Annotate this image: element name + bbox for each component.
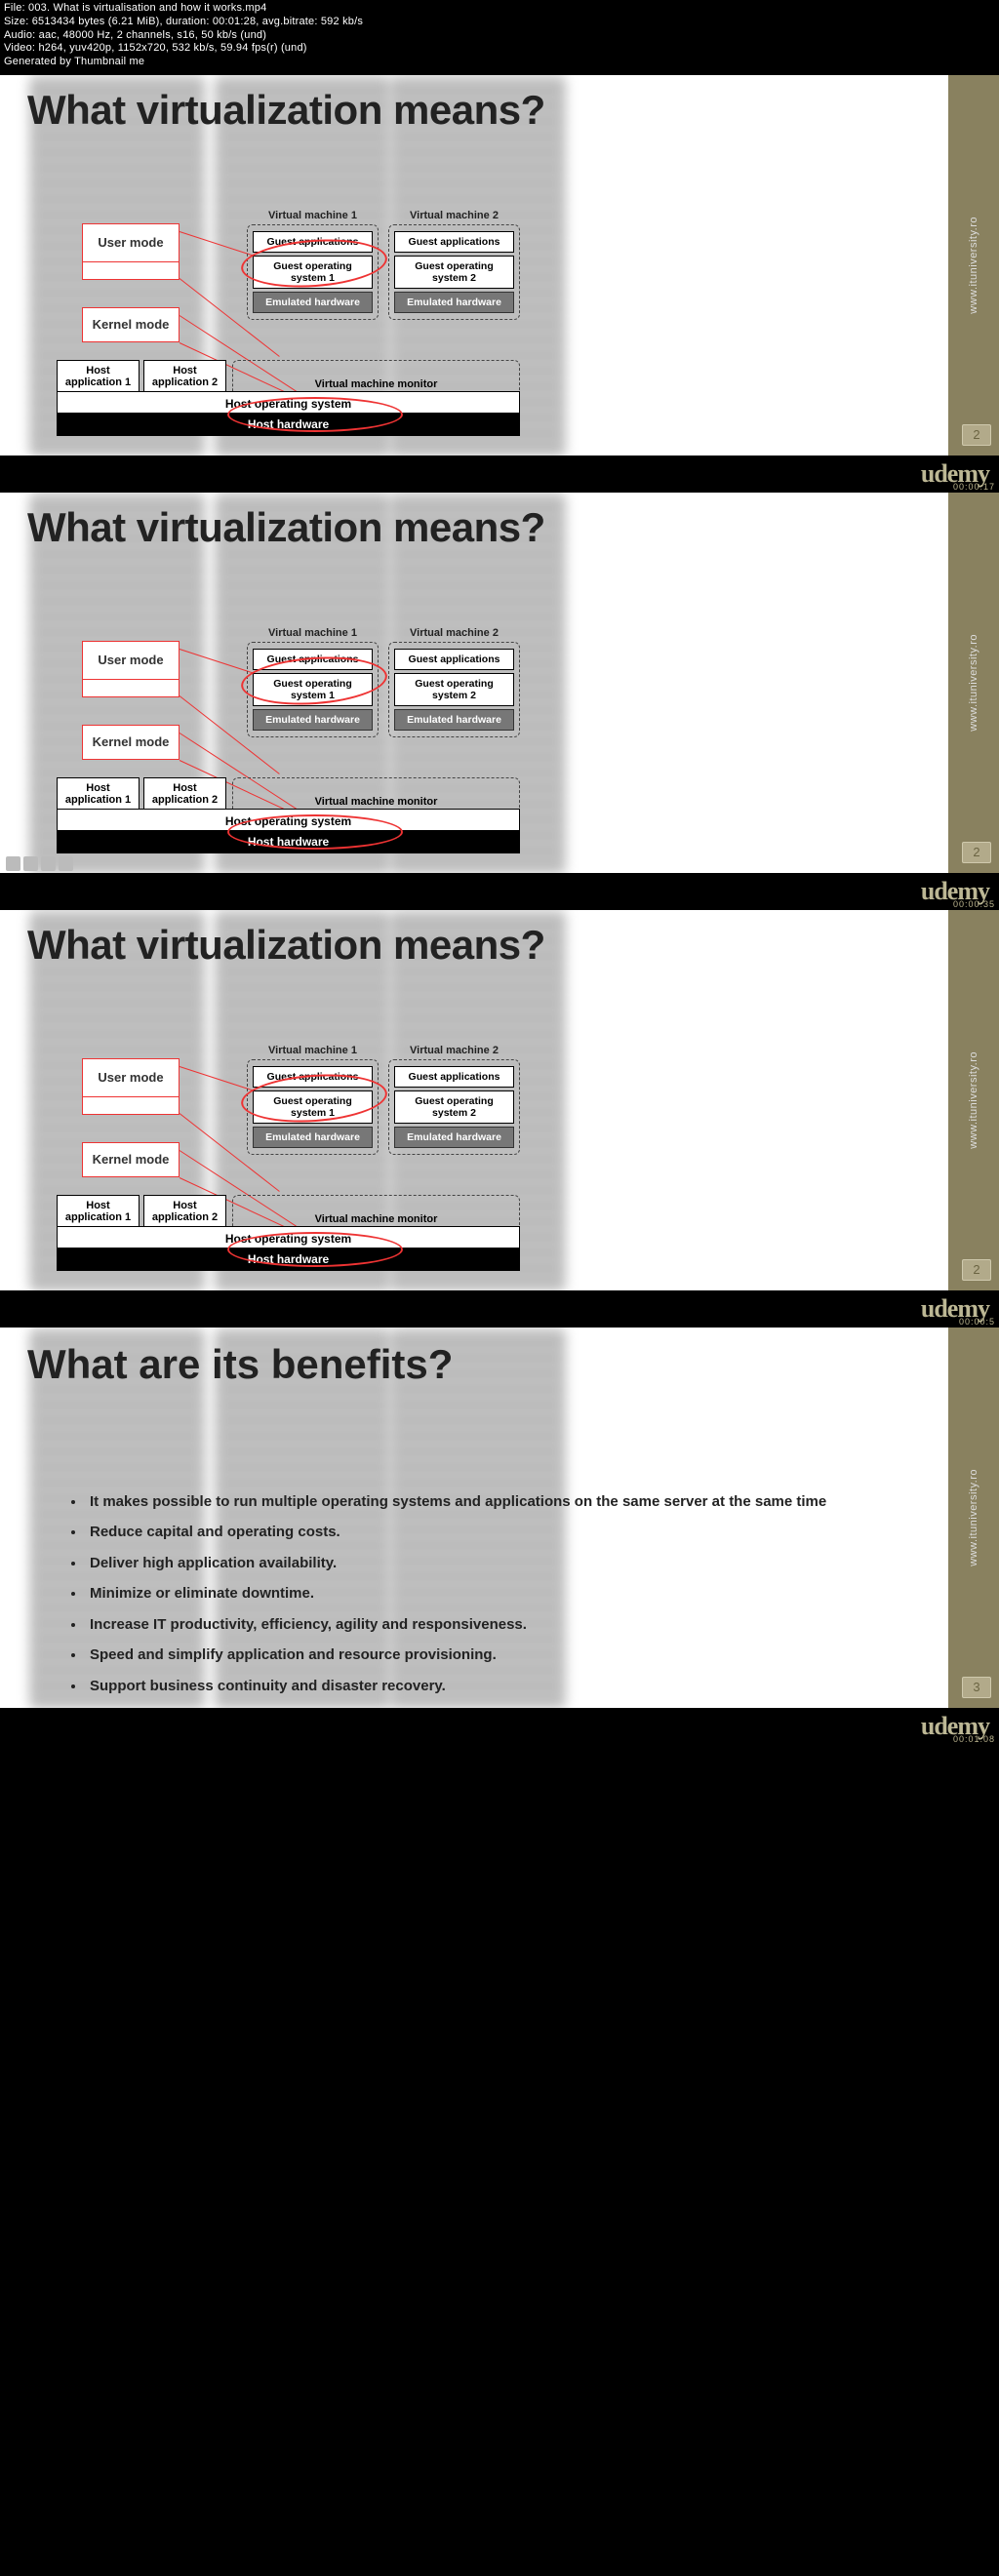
kernel-mode-box: Kernel mode [82, 725, 180, 760]
presenter-toolbar [6, 856, 73, 871]
thumbnail-1: What virtualization means? User mode Ker… [0, 75, 999, 493]
slide-sidebar: www.ituniversity.ro 3 [948, 1328, 999, 1708]
kernel-mode-box: Kernel mode [82, 307, 180, 342]
thumbnail-timestamp: 00:01:08 [953, 1734, 995, 1744]
vm2-column: Virtual machine 2 Guest applications Gue… [388, 642, 520, 737]
user-mode-sub-box [82, 262, 180, 280]
benefit-item: Minimize or eliminate downtime. [86, 1583, 911, 1605]
vm2-guest-apps: Guest applications [394, 1066, 514, 1088]
highlight-ellipse-host [227, 397, 403, 432]
meta-size: Size: 6513434 bytes (6.21 MiB), duration… [4, 16, 995, 29]
thumbnail-4: What are its benefits? It makes possible… [0, 1328, 999, 1745]
virtualization-diagram: User mode Kernel mode Virtual machine 1 … [57, 610, 520, 844]
sidebar-domain: www.ituniversity.ro [968, 217, 979, 314]
vm1-emulated-hw: Emulated hardware [253, 292, 373, 313]
host-apps-row: Host application 1 Host application 2 Vi… [57, 1195, 520, 1229]
user-mode-sub-box [82, 680, 180, 697]
highlight-ellipse-host [227, 814, 403, 850]
benefit-item: Support business continuity and disaster… [86, 1676, 911, 1698]
next-icon[interactable] [59, 856, 73, 871]
thumbnail-2: What virtualization means? User mode Ker… [0, 493, 999, 910]
user-mode-box: User mode [82, 641, 180, 680]
vm1-title: Virtual machine 1 [248, 1045, 378, 1056]
virtualization-diagram: User mode Kernel mode Virtual machine 1 … [57, 192, 520, 426]
page-number-badge: 2 [962, 842, 991, 863]
vm1-emulated-hw: Emulated hardware [253, 709, 373, 731]
host-apps-row: Host application 1 Host application 2 Vi… [57, 360, 520, 394]
vm2-emulated-hw: Emulated hardware [394, 292, 514, 313]
slide-title: What virtualization means? [27, 504, 545, 551]
virtualization-diagram: User mode Kernel mode Virtual machine 1 … [57, 1027, 520, 1261]
slide-area: What are its benefits? It makes possible… [0, 1328, 999, 1708]
meta-generator: Generated by Thumbnail me [4, 56, 995, 69]
sidebar-domain: www.ituniversity.ro [968, 1051, 979, 1149]
vm2-guest-apps: Guest applications [394, 231, 514, 253]
benefit-item: It makes possible to run multiple operat… [86, 1491, 911, 1514]
brand-row: udemy 00:00:17 [0, 456, 999, 493]
vm2-column: Virtual machine 2 Guest applications Gue… [388, 1059, 520, 1155]
slide-sidebar: www.ituniversity.ro 2 [948, 910, 999, 1290]
kernel-mode-box: Kernel mode [82, 1142, 180, 1177]
page-number-badge: 3 [962, 1677, 991, 1698]
vm1-title: Virtual machine 1 [248, 210, 378, 221]
thumbnail-timestamp: 00:00:17 [953, 482, 995, 492]
brand-row: udemy 00:01:08 [0, 1708, 999, 1745]
vm2-emulated-hw: Emulated hardware [394, 1127, 514, 1148]
user-mode-box: User mode [82, 1058, 180, 1097]
slide-area: What virtualization means? User mode Ker… [0, 75, 999, 456]
sidebar-domain: www.ituniversity.ro [968, 634, 979, 732]
host-app-1: Host application 1 [57, 1195, 140, 1229]
vm1-emulated-hw: Emulated hardware [253, 1127, 373, 1148]
vm2-guest-os: Guest operating system 2 [394, 1090, 514, 1124]
thumbnail-timestamp: 00:00:5 [959, 1317, 995, 1327]
host-apps-row: Host application 1 Host application 2 Vi… [57, 777, 520, 812]
vm2-guest-os: Guest operating system 2 [394, 256, 514, 289]
benefit-item: Increase IT productivity, efficiency, ag… [86, 1614, 911, 1637]
meta-audio: Audio: aac, 48000 Hz, 2 channels, s16, 5… [4, 29, 995, 43]
benefit-item: Reduce capital and operating costs. [86, 1522, 911, 1544]
vm2-guest-apps: Guest applications [394, 649, 514, 670]
vmm-box: Virtual machine monitor [232, 777, 520, 812]
vmm-box: Virtual machine monitor [232, 360, 520, 394]
vm2-title: Virtual machine 2 [389, 1045, 519, 1056]
vm2-column: Virtual machine 2 Guest applications Gue… [388, 224, 520, 320]
highlighter-icon[interactable] [23, 856, 38, 871]
host-app-2: Host application 2 [143, 1195, 226, 1229]
page-number-badge: 2 [962, 1259, 991, 1281]
brand-row: udemy 00:00:5 [0, 1290, 999, 1328]
sidebar-domain: www.ituniversity.ro [968, 1469, 979, 1566]
slide-sidebar: www.ituniversity.ro 2 [948, 75, 999, 456]
vm2-emulated-hw: Emulated hardware [394, 709, 514, 731]
media-info-block: File: 003. What is virtualisation and ho… [0, 0, 999, 75]
slide-sidebar: www.ituniversity.ro 2 [948, 493, 999, 873]
benefit-item: Deliver high application availability. [86, 1553, 911, 1575]
meta-video: Video: h264, yuv420p, 1152x720, 532 kb/s… [4, 42, 995, 56]
slide-area: What virtualization means? User mode Ker… [0, 493, 999, 873]
host-app-2: Host application 2 [143, 360, 226, 394]
slide-title: What are its benefits? [27, 1341, 453, 1388]
slide-title: What virtualization means? [27, 922, 545, 969]
vm2-title: Virtual machine 2 [389, 627, 519, 639]
host-app-2: Host application 2 [143, 777, 226, 812]
menu-icon[interactable] [41, 856, 56, 871]
pen-icon[interactable] [6, 856, 20, 871]
thumbnail-timestamp: 00:00:35 [953, 899, 995, 909]
page-number-badge: 2 [962, 424, 991, 446]
benefits-list: It makes possible to run multiple operat… [68, 1491, 911, 1708]
vmm-box: Virtual machine monitor [232, 1195, 520, 1229]
highlight-ellipse-host [227, 1232, 403, 1267]
slide-area: What virtualization means? User mode Ker… [0, 910, 999, 1290]
meta-file: File: 003. What is virtualisation and ho… [4, 2, 995, 16]
host-app-1: Host application 1 [57, 777, 140, 812]
user-mode-sub-box [82, 1097, 180, 1115]
benefit-item: Speed and simplify application and resou… [86, 1645, 911, 1667]
vm1-title: Virtual machine 1 [248, 627, 378, 639]
vm2-guest-os: Guest operating system 2 [394, 673, 514, 706]
vm2-title: Virtual machine 2 [389, 210, 519, 221]
thumbnail-3: What virtualization means? User mode Ker… [0, 910, 999, 1328]
slide-title: What virtualization means? [27, 87, 545, 134]
host-app-1: Host application 1 [57, 360, 140, 394]
brand-row: udemy 00:00:35 [0, 873, 999, 910]
user-mode-box: User mode [82, 223, 180, 262]
